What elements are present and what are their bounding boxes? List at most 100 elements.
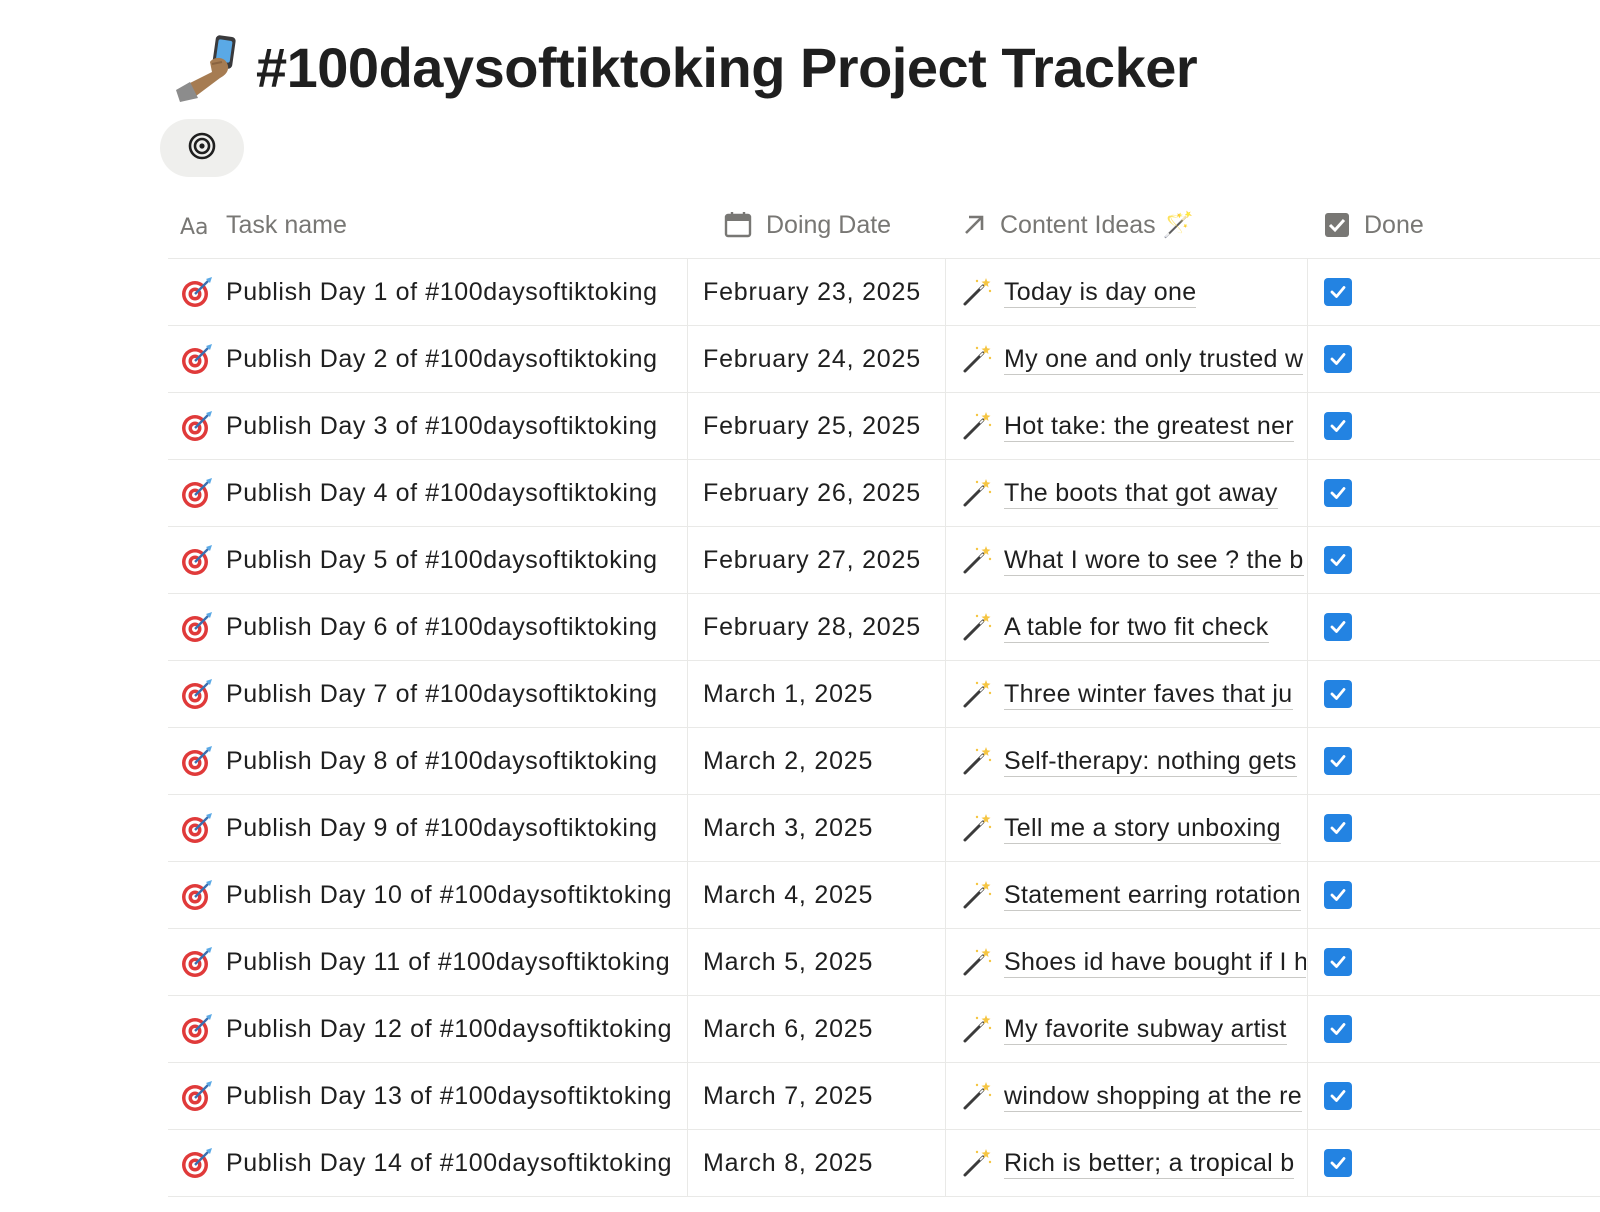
doing-date-cell[interactable]: March 5, 2025: [688, 929, 946, 995]
table-row[interactable]: Publish Day 5 of #100daysoftiktoking Febr…: [168, 527, 1600, 594]
task-name-cell[interactable]: Publish Day 8 of #100daysoftiktoking: [168, 728, 688, 794]
content-idea-link[interactable]: Rich is better; a tropical b: [1004, 1148, 1295, 1179]
column-header-task-name[interactable]: Aa Task name: [168, 192, 688, 258]
content-idea-link[interactable]: Today is day one: [1004, 277, 1197, 308]
column-header-content-ideas[interactable]: Content Ideas 🪄: [946, 192, 1308, 258]
task-name-cell[interactable]: Publish Day 11 of #100daysoftiktoking: [168, 929, 688, 995]
done-checkbox[interactable]: [1324, 680, 1352, 708]
done-checkbox[interactable]: [1324, 546, 1352, 574]
done-cell: [1308, 1063, 1600, 1129]
content-idea-cell[interactable]: Today is day one: [946, 259, 1308, 325]
done-checkbox[interactable]: [1324, 948, 1352, 976]
task-name-cell[interactable]: Publish Day 10 of #100daysoftiktoking: [168, 862, 688, 928]
done-checkbox[interactable]: [1324, 814, 1352, 842]
content-idea-cell[interactable]: Hot take: the greatest ner: [946, 393, 1308, 459]
done-checkbox[interactable]: [1324, 881, 1352, 909]
task-name-cell[interactable]: Publish Day 4 of #100daysoftiktoking: [168, 460, 688, 526]
table-row[interactable]: Publish Day 12 of #100daysoftiktoking Mar…: [168, 996, 1600, 1063]
content-idea-cell[interactable]: The boots that got away: [946, 460, 1308, 526]
task-name-cell[interactable]: Publish Day 14 of #100daysoftiktoking: [168, 1130, 688, 1196]
done-checkbox[interactable]: [1324, 1015, 1352, 1043]
doing-date-cell[interactable]: March 6, 2025: [688, 996, 946, 1062]
doing-date-cell[interactable]: March 2, 2025: [688, 728, 946, 794]
content-idea-link[interactable]: window shopping at the re: [1004, 1081, 1302, 1112]
table-row[interactable]: Publish Day 8 of #100daysoftiktoking Marc…: [168, 728, 1600, 795]
doing-date-cell[interactable]: February 28, 2025: [688, 594, 946, 660]
content-idea-link[interactable]: Hot take: the greatest ner: [1004, 411, 1294, 442]
doing-date-cell[interactable]: February 24, 2025: [688, 326, 946, 392]
table-row[interactable]: Publish Day 14 of #100daysoftiktoking Mar…: [168, 1130, 1600, 1197]
table-row[interactable]: Publish Day 11 of #100daysoftiktoking Mar…: [168, 929, 1600, 996]
task-name-cell[interactable]: Publish Day 6 of #100daysoftiktoking: [168, 594, 688, 660]
content-idea-link[interactable]: Shoes id have bought if I h: [1004, 947, 1306, 978]
done-checkbox[interactable]: [1324, 1149, 1352, 1177]
content-idea-cell[interactable]: window shopping at the re: [946, 1063, 1308, 1129]
content-idea-link[interactable]: Three winter faves that ju: [1004, 679, 1293, 710]
done-checkbox[interactable]: [1324, 412, 1352, 440]
content-idea-cell[interactable]: Statement earring rotation: [946, 862, 1308, 928]
task-name-cell[interactable]: Publish Day 12 of #100daysoftiktoking: [168, 996, 688, 1062]
page-title: #100daysoftiktoking Project Tracker: [256, 35, 1198, 99]
task-name-cell[interactable]: Publish Day 7 of #100daysoftiktoking: [168, 661, 688, 727]
table-row[interactable]: Publish Day 9 of #100daysoftiktoking Marc…: [168, 795, 1600, 862]
table-row[interactable]: Publish Day 2 of #100daysoftiktoking Febr…: [168, 326, 1600, 393]
content-idea-cell[interactable]: Three winter faves that ju: [946, 661, 1308, 727]
table-row[interactable]: Publish Day 7 of #100daysoftiktoking Marc…: [168, 661, 1600, 728]
doing-date: February 26, 2025: [703, 478, 921, 507]
done-checkbox[interactable]: [1324, 479, 1352, 507]
doing-date-cell[interactable]: March 1, 2025: [688, 661, 946, 727]
doing-date-cell[interactable]: March 8, 2025: [688, 1130, 946, 1196]
task-name: Publish Day 9 of #100daysoftiktoking: [226, 813, 658, 842]
content-idea-link[interactable]: Statement earring rotation: [1004, 880, 1301, 911]
table-row[interactable]: Publish Day 13 of #100daysoftiktoking Mar…: [168, 1063, 1600, 1130]
selfie-icon[interactable]: [172, 32, 242, 102]
content-idea-cell[interactable]: Self-therapy: nothing gets: [946, 728, 1308, 794]
content-idea-cell[interactable]: Tell me a story unboxing: [946, 795, 1308, 861]
content-idea-cell[interactable]: My one and only trusted w: [946, 326, 1308, 392]
done-checkbox[interactable]: [1324, 278, 1352, 306]
content-idea-link[interactable]: What I wore to see ? the b: [1004, 545, 1304, 576]
table-row[interactable]: Publish Day 1 of #100daysoftiktoking Febr…: [168, 259, 1600, 326]
task-name-cell[interactable]: Publish Day 9 of #100daysoftiktoking: [168, 795, 688, 861]
content-idea-link[interactable]: My favorite subway artist: [1004, 1014, 1287, 1045]
view-tab[interactable]: [160, 119, 244, 177]
doing-date-cell[interactable]: February 27, 2025: [688, 527, 946, 593]
checkmark-icon: [1328, 751, 1348, 771]
task-name-cell[interactable]: Publish Day 13 of #100daysoftiktoking: [168, 1063, 688, 1129]
table-row[interactable]: Publish Day 4 of #100daysoftiktoking Febr…: [168, 460, 1600, 527]
table-header: Aa Task name Doing Date Content Ideas 🪄 …: [168, 192, 1600, 259]
content-idea-cell[interactable]: A table for two fit check: [946, 594, 1308, 660]
doing-date-cell[interactable]: March 4, 2025: [688, 862, 946, 928]
task-name-cell[interactable]: Publish Day 1 of #100daysoftiktoking: [168, 259, 688, 325]
done-checkbox[interactable]: [1324, 613, 1352, 641]
content-idea-link[interactable]: Self-therapy: nothing gets: [1004, 746, 1297, 777]
done-checkbox[interactable]: [1324, 1082, 1352, 1110]
table-row[interactable]: Publish Day 10 of #100daysoftiktoking Mar…: [168, 862, 1600, 929]
content-idea-cell[interactable]: What I wore to see ? the b: [946, 527, 1308, 593]
table-row[interactable]: Publish Day 3 of #100daysoftiktoking Febr…: [168, 393, 1600, 460]
done-checkbox[interactable]: [1324, 345, 1352, 373]
target-icon: [188, 132, 216, 165]
doing-date-cell[interactable]: February 23, 2025: [688, 259, 946, 325]
task-name-cell[interactable]: Publish Day 5 of #100daysoftiktoking: [168, 527, 688, 593]
content-idea-link[interactable]: The boots that got away: [1004, 478, 1278, 509]
column-header-done[interactable]: Done: [1308, 192, 1600, 258]
task-name-cell[interactable]: Publish Day 2 of #100daysoftiktoking: [168, 326, 688, 392]
doing-date-cell[interactable]: February 25, 2025: [688, 393, 946, 459]
doing-date-cell[interactable]: March 7, 2025: [688, 1063, 946, 1129]
content-idea-cell[interactable]: Shoes id have bought if I h: [946, 929, 1308, 995]
content-idea-link[interactable]: A table for two fit check: [1004, 612, 1269, 643]
column-header-doing-date[interactable]: Doing Date: [688, 192, 946, 258]
doing-date: February 28, 2025: [703, 612, 921, 641]
content-idea-link[interactable]: Tell me a story unboxing: [1004, 813, 1281, 844]
content-idea-cell[interactable]: Rich is better; a tropical b: [946, 1130, 1308, 1196]
done-checkbox[interactable]: [1324, 747, 1352, 775]
task-name-cell[interactable]: Publish Day 3 of #100daysoftiktoking: [168, 393, 688, 459]
content-idea-cell[interactable]: My favorite subway artist: [946, 996, 1308, 1062]
doing-date-cell[interactable]: March 3, 2025: [688, 795, 946, 861]
content-idea-link[interactable]: My one and only trusted w: [1004, 344, 1304, 375]
checkmark-icon: [1328, 483, 1348, 503]
doing-date-cell[interactable]: February 26, 2025: [688, 460, 946, 526]
table-row[interactable]: Publish Day 6 of #100daysoftiktoking Febr…: [168, 594, 1600, 661]
done-cell: [1308, 460, 1600, 526]
